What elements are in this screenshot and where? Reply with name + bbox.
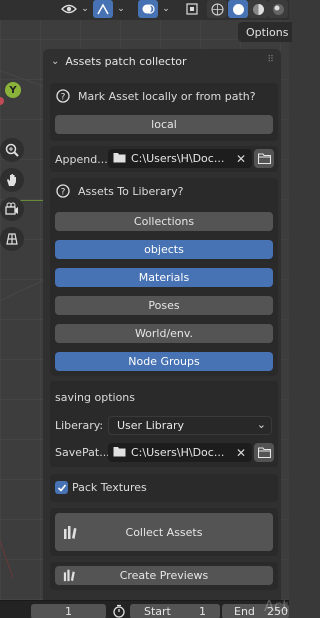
wireframe-shading-icon[interactable] — [207, 0, 227, 18]
grid-view-icon[interactable] — [0, 227, 24, 251]
folder-icon — [113, 446, 126, 460]
assets-to-library-box: ? Assets To Liberary? Collections object… — [50, 178, 278, 376]
savepath-value: C:\Users\H\Doc... — [131, 446, 225, 459]
browse-folder-button[interactable] — [254, 149, 274, 168]
question-icon: ? — [56, 89, 70, 106]
clear-icon[interactable]: ✕ — [236, 152, 246, 166]
browse-savepath-button[interactable] — [254, 443, 274, 462]
pan-hand-icon[interactable] — [0, 168, 24, 192]
world-env-toggle[interactable]: World/env. — [55, 324, 273, 343]
xray-icon[interactable] — [183, 0, 201, 18]
create-previews-label: Create Previews — [119, 569, 209, 582]
svg-text:?: ? — [61, 188, 66, 198]
asset-library-icon — [63, 568, 77, 585]
material-shading-icon[interactable] — [248, 0, 268, 18]
asset-library-icon — [63, 524, 79, 543]
collect-assets-button[interactable]: Collect Assets — [55, 513, 273, 551]
saving-options-box: saving options Liberary: User Library ⌄ … — [50, 381, 278, 467]
end-label: End — [234, 605, 255, 618]
chevron-down-icon: ⌄ — [256, 418, 266, 431]
y-axis-gizmo[interactable]: Y — [5, 82, 21, 98]
library-value: User Library — [117, 419, 185, 432]
objects-toggle[interactable]: objects — [55, 240, 273, 259]
local-button[interactable]: local — [55, 115, 273, 134]
zoom-icon[interactable] — [0, 138, 24, 162]
x-axis-line — [0, 540, 14, 578]
gizmo-icon[interactable] — [93, 0, 113, 18]
materials-toggle[interactable]: Materials — [55, 268, 273, 287]
pack-textures-checkbox[interactable] — [55, 481, 68, 494]
collect-assets-box: Collect Assets — [50, 508, 278, 556]
poses-toggle[interactable]: Poses — [55, 296, 273, 315]
folder-icon — [113, 152, 126, 166]
create-previews-button[interactable]: Create Previews — [55, 566, 273, 585]
folder-icon — [257, 153, 271, 164]
collections-toggle[interactable]: Collections — [55, 212, 273, 231]
stopwatch-icon[interactable] — [112, 604, 126, 618]
checkmark-icon — [57, 483, 66, 492]
create-previews-box: Create Previews — [50, 562, 278, 590]
panel-header[interactable]: ⌄ Assets patch collector ⠿ — [43, 49, 281, 73]
append-box: Append... C:\Users\H\Doc... ✕ — [50, 146, 278, 172]
pack-textures-box: Pack Textures — [50, 474, 278, 502]
assets-patch-collector-panel: ⌄ Assets patch collector ⠿ ? Mark Asset … — [43, 49, 281, 600]
timeline-bar: 1 Start 1 End 250 Act — [0, 597, 289, 618]
svg-text:?: ? — [61, 93, 66, 103]
saving-options-title: saving options — [55, 391, 136, 404]
collect-assets-label: Collect Assets — [125, 525, 203, 539]
folder-icon — [257, 447, 271, 458]
current-frame-value: 1 — [65, 605, 72, 618]
collapse-chevron-icon[interactable]: ⌄ — [51, 56, 59, 67]
overlay-icon[interactable] — [138, 0, 158, 18]
pack-textures-label: Pack Textures — [72, 481, 147, 494]
current-frame-field[interactable]: 1 — [31, 604, 106, 618]
visibility-icon[interactable] — [58, 0, 80, 18]
rendered-shading-icon[interactable] — [268, 0, 288, 18]
chevron-down-icon[interactable]: ⌄ — [80, 0, 90, 18]
start-frame-field[interactable]: Start 1 — [130, 604, 220, 618]
question-icon: ? — [56, 184, 70, 201]
mark-asset-title: Mark Asset locally or from path? — [78, 90, 256, 103]
library-dropdown[interactable]: User Library ⌄ — [108, 416, 272, 435]
y-axis-label: Y — [9, 84, 17, 96]
node-groups-toggle[interactable]: Node Groups — [55, 352, 273, 371]
start-label: Start — [144, 605, 171, 618]
assets-to-library-title: Assets To Liberary? — [78, 185, 184, 198]
camera-icon[interactable] — [0, 197, 24, 221]
start-value: 1 — [199, 605, 206, 618]
library-label: Liberary: — [55, 419, 104, 432]
mark-asset-box: ? Mark Asset locally or from path? local — [50, 83, 278, 141]
drag-handle-icon[interactable]: ⠿ — [267, 55, 275, 65]
options-tab[interactable]: Options — [238, 22, 292, 42]
append-path-value: C:\Users\H\Doc... — [131, 152, 225, 165]
chevron-down-icon[interactable]: ⌄ — [115, 0, 127, 18]
savepath-field[interactable]: C:\Users\H\Doc... ✕ — [108, 443, 252, 462]
panel-title: Assets patch collector — [65, 54, 187, 68]
viewport-header: ⌄ ⌄ ⌄ — [0, 0, 289, 20]
activate-watermark: Act — [264, 597, 289, 615]
clear-icon[interactable]: ✕ — [236, 446, 246, 460]
solid-shading-icon[interactable] — [228, 0, 248, 18]
append-label: Append... — [55, 153, 108, 166]
savepath-label: SavePat... — [55, 446, 110, 459]
chevron-down-icon[interactable]: ⌄ — [160, 0, 172, 18]
append-path-field[interactable]: C:\Users\H\Doc... ✕ — [108, 149, 252, 168]
